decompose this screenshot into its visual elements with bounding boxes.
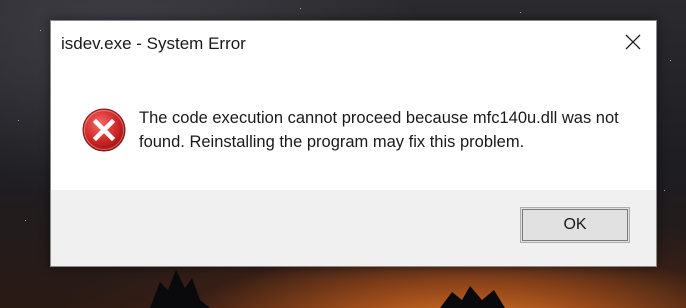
error-message: The code execution cannot proceed becaus… — [139, 109, 619, 151]
close-button[interactable] — [610, 21, 656, 63]
close-icon — [625, 34, 641, 50]
dialog-content: The code execution cannot proceed becaus… — [51, 67, 656, 192]
error-icon — [82, 108, 126, 152]
title-bar[interactable]: isdev.exe - System Error — [51, 21, 656, 67]
dialog-footer: OK — [51, 190, 656, 266]
system-error-dialog: isdev.exe - System Error The code execut… — [50, 20, 657, 267]
dialog-title: isdev.exe - System Error — [61, 34, 246, 53]
ok-button[interactable]: OK — [520, 207, 630, 243]
